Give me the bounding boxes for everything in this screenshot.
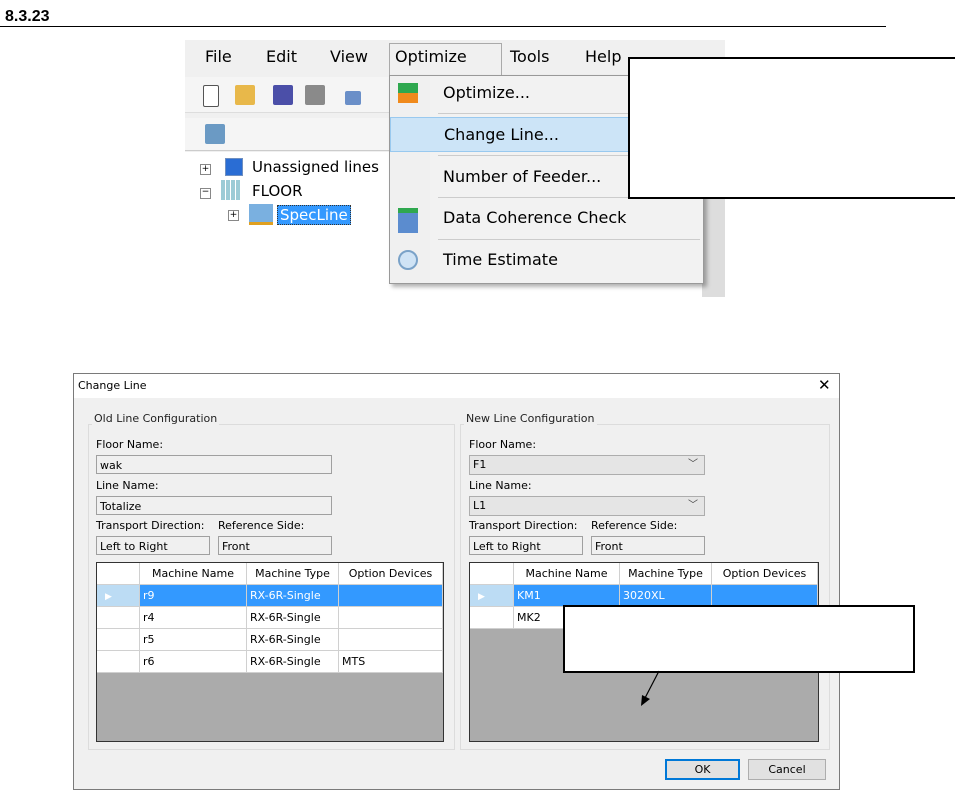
column-header[interactable]: Option Devices: [339, 563, 443, 585]
callout-box: [628, 57, 955, 199]
grid-cell-name[interactable]: r4: [140, 607, 247, 629]
tree-node-floor[interactable]: FLOOR: [252, 182, 303, 200]
tree-node-unassigned[interactable]: Unassigned lines: [252, 158, 379, 176]
menu-item-data-coherence-check[interactable]: Data Coherence Check: [390, 201, 703, 234]
new-floor-label: Floor Name:: [469, 438, 537, 451]
grid-corner: [97, 563, 140, 585]
new-transport-label: Transport Direction:: [469, 519, 578, 532]
open-folder-icon[interactable]: [235, 85, 255, 105]
grid-corner: [470, 563, 514, 585]
new-line-combobox[interactable]: L1 ﹀: [469, 496, 705, 516]
old-transport-field[interactable]: Left to Right: [96, 536, 210, 555]
tree-node-specline[interactable]: SpecLine: [277, 205, 351, 225]
menu-view[interactable]: View: [330, 47, 368, 66]
grid-cell-options[interactable]: [712, 585, 818, 607]
close-icon[interactable]: ✕: [818, 376, 831, 394]
new-ref-field[interactable]: Front: [591, 536, 705, 555]
old-ref-field[interactable]: Front: [218, 536, 332, 555]
new-transport-field[interactable]: Left to Right: [469, 536, 583, 555]
grid-cell-options[interactable]: MTS: [339, 651, 443, 673]
menu-separator: [438, 239, 700, 240]
column-header[interactable]: Machine Name: [140, 563, 247, 585]
expand-icon[interactable]: +: [228, 210, 239, 221]
grid-cell-options[interactable]: [339, 607, 443, 629]
menu-item-time-estimate[interactable]: Time Estimate: [390, 243, 703, 276]
column-header[interactable]: Machine Name: [514, 563, 620, 585]
current-row-icon: ▶: [105, 592, 112, 602]
new-ref-label: Reference Side:: [591, 519, 678, 532]
current-row-icon: ▶: [478, 592, 485, 602]
optimize-icon: [398, 83, 418, 103]
menu-item-label: Optimize...: [443, 83, 530, 102]
change-line-dialog: Change Line ✕ Old Line Configuration Flo…: [73, 373, 840, 790]
new-file-icon[interactable]: [203, 85, 219, 107]
grid-cell-name[interactable]: r9: [140, 585, 247, 607]
background-panel: [702, 190, 725, 297]
menu-optimize[interactable]: Optimize: [395, 47, 467, 66]
callout-box: [563, 605, 915, 673]
menu-file[interactable]: File: [205, 47, 232, 66]
old-machine-grid: Machine Name Machine Type Option Devices ▶ r…: [96, 562, 444, 742]
add-table-icon[interactable]: [345, 91, 361, 105]
menu-item-label: Change Line...: [444, 125, 559, 144]
save-icon[interactable]: [273, 85, 293, 105]
ok-button[interactable]: OK: [665, 759, 740, 780]
grid-cell-type[interactable]: 3020XL: [620, 585, 712, 607]
grid-cell-options[interactable]: [339, 585, 443, 607]
properties-icon[interactable]: [205, 124, 225, 144]
menu-item-label: Time Estimate: [443, 250, 558, 269]
combo-value: L1: [473, 499, 487, 512]
menu-edit[interactable]: Edit: [266, 47, 297, 66]
grid-cell-type[interactable]: RX-6R-Single: [247, 585, 339, 607]
menu-help[interactable]: Help: [585, 47, 621, 66]
menu-item-label: Data Coherence Check: [443, 208, 627, 227]
row-header[interactable]: [97, 607, 140, 629]
row-header[interactable]: [470, 607, 514, 629]
collapse-icon[interactable]: −: [200, 188, 211, 199]
menu-tools[interactable]: Tools: [510, 47, 549, 66]
old-transport-label: Transport Direction:: [96, 519, 205, 532]
grid-cell-name[interactable]: r5: [140, 629, 247, 651]
grid-cell-type[interactable]: RX-6R-Single: [247, 629, 339, 651]
old-line-field[interactable]: Totalize: [96, 496, 332, 515]
row-header[interactable]: [97, 651, 140, 673]
grid-cell-type[interactable]: RX-6R-Single: [247, 607, 339, 629]
column-header[interactable]: Option Devices: [712, 563, 818, 585]
row-header[interactable]: [97, 629, 140, 651]
grid-cell-options[interactable]: [339, 629, 443, 651]
chevron-down-icon: ﹀: [688, 459, 698, 470]
old-config-label: Old Line Configuration: [92, 412, 220, 425]
clock-icon: [398, 250, 418, 270]
menu-item-label: Number of Feeder...: [443, 167, 602, 186]
cancel-button[interactable]: Cancel: [748, 759, 826, 780]
grid-cell-name[interactable]: r6: [140, 651, 247, 673]
old-ref-label: Reference Side:: [218, 519, 305, 532]
heading-rule: [0, 26, 886, 27]
unassigned-lines-icon: [225, 158, 243, 176]
floor-icon: [221, 180, 241, 200]
column-header[interactable]: Machine Type: [620, 563, 712, 585]
callout-arrow: [641, 670, 660, 706]
chevron-down-icon: ﹀: [688, 500, 698, 511]
title-bar: Change Line ✕: [74, 374, 839, 398]
new-config-label: New Line Configuration: [464, 412, 597, 425]
row-header[interactable]: ▶: [97, 585, 140, 607]
data-check-icon: [398, 208, 418, 233]
new-line-label: Line Name:: [469, 479, 532, 492]
combo-value: F1: [473, 458, 487, 471]
grid-cell-name[interactable]: KM1: [514, 585, 620, 607]
grid-cell-type[interactable]: RX-6R-Single: [247, 651, 339, 673]
dialog-title: Change Line: [78, 379, 147, 392]
print-icon[interactable]: [305, 85, 325, 105]
row-header[interactable]: ▶: [470, 585, 514, 607]
old-floor-label: Floor Name:: [96, 438, 164, 451]
new-floor-combobox[interactable]: F1 ﹀: [469, 455, 705, 475]
expand-icon[interactable]: +: [200, 164, 211, 175]
old-floor-field[interactable]: wak: [96, 455, 332, 474]
line-icon: [249, 204, 273, 225]
column-header[interactable]: Machine Type: [247, 563, 339, 585]
section-heading: 8.3.23: [5, 8, 50, 25]
old-line-label: Line Name:: [96, 479, 159, 492]
